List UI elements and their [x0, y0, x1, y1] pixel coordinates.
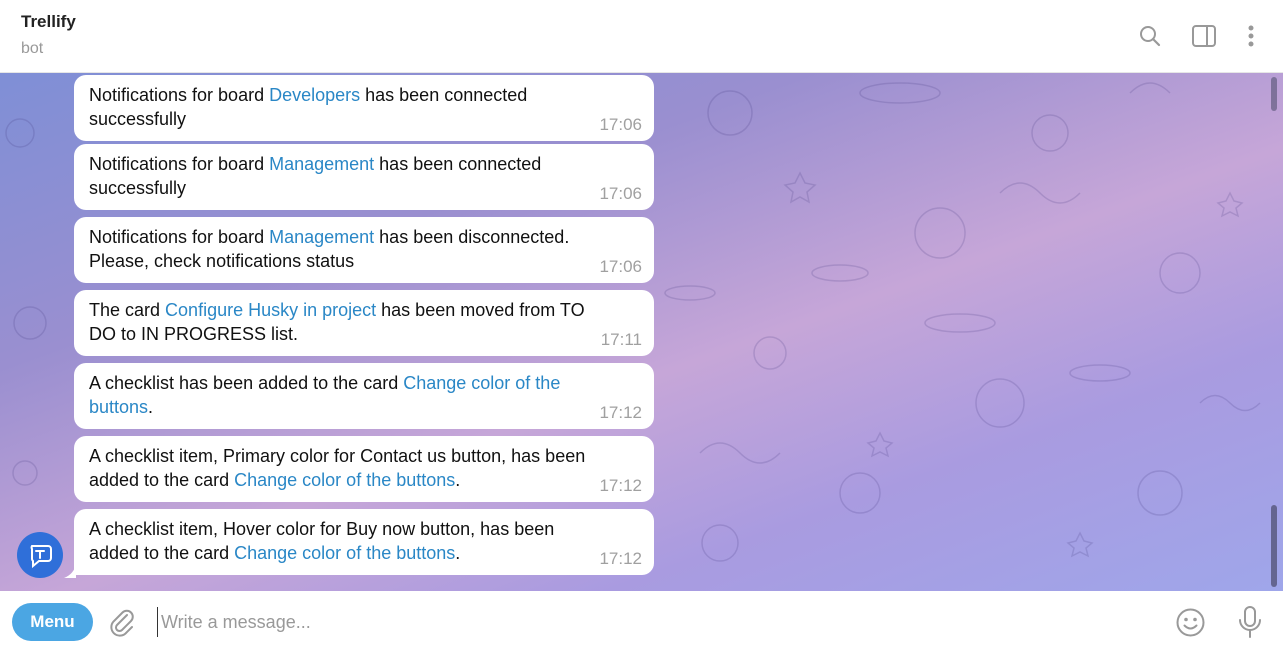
chat-header: Trellify bot [0, 0, 1283, 73]
bubble-tail [64, 564, 76, 578]
message-bubble[interactable]: Notifications for board Developers has b… [74, 75, 654, 141]
message-time: 17:06 [599, 115, 642, 134]
message-time: 17:12 [599, 403, 642, 422]
message-bubble[interactable]: A checklist item, Hover color for Buy no… [74, 509, 654, 575]
paperclip-icon[interactable] [107, 607, 137, 637]
board-link[interactable]: Developers [269, 85, 360, 105]
message-time: 17:11 [600, 330, 642, 349]
card-link[interactable]: Configure Husky in project [165, 300, 376, 320]
card-link[interactable]: Change color of the buttons [234, 470, 455, 490]
message-time: 17:12 [599, 549, 642, 568]
message-text: . [455, 470, 461, 490]
message-bubble[interactable]: A checklist item, Primary color for Cont… [74, 436, 654, 502]
message-text: The card [89, 300, 166, 320]
message-text: . [148, 397, 154, 417]
more-vertical-icon[interactable] [1237, 22, 1265, 50]
card-link[interactable]: Change color of the buttons [234, 543, 455, 563]
message-text: Notifications for board [89, 227, 270, 247]
chat-title[interactable]: Trellify [21, 12, 76, 32]
message-text: . [455, 543, 461, 563]
menu-button[interactable]: Menu [12, 603, 93, 641]
board-link[interactable]: Management [269, 154, 374, 174]
message-text: Notifications for board [89, 85, 270, 105]
emoji-icon[interactable] [1175, 607, 1206, 638]
trellify-logo-icon [30, 545, 52, 569]
message-text: A checklist has been added to the card [89, 373, 404, 393]
bot-avatar[interactable] [17, 532, 63, 578]
message-time: 17:06 [599, 257, 642, 276]
chat-subtitle: bot [21, 40, 44, 57]
message-input[interactable] [157, 607, 1137, 637]
sidebar-toggle-icon[interactable] [1190, 22, 1218, 50]
message-bubble[interactable]: A checklist has been added to the card C… [74, 363, 654, 429]
message-time: 17:06 [599, 184, 642, 203]
microphone-icon[interactable] [1237, 605, 1263, 639]
board-link[interactable]: Management [269, 227, 374, 247]
message-text: Notifications for board [89, 154, 270, 174]
scrollbar-track-top [1271, 77, 1277, 111]
scrollbar-thumb[interactable] [1271, 505, 1277, 587]
search-icon[interactable] [1136, 22, 1164, 50]
message-bubble[interactable]: Notifications for board Management has b… [74, 144, 654, 210]
message-time: 17:12 [599, 476, 642, 495]
message-composer: Menu [0, 591, 1283, 653]
message-bubble[interactable]: Notifications for board Management has b… [74, 217, 654, 283]
message-bubble[interactable]: The card Configure Husky in project has … [74, 290, 654, 356]
message-list[interactable]: Notifications for board Developers has b… [0, 73, 1283, 591]
